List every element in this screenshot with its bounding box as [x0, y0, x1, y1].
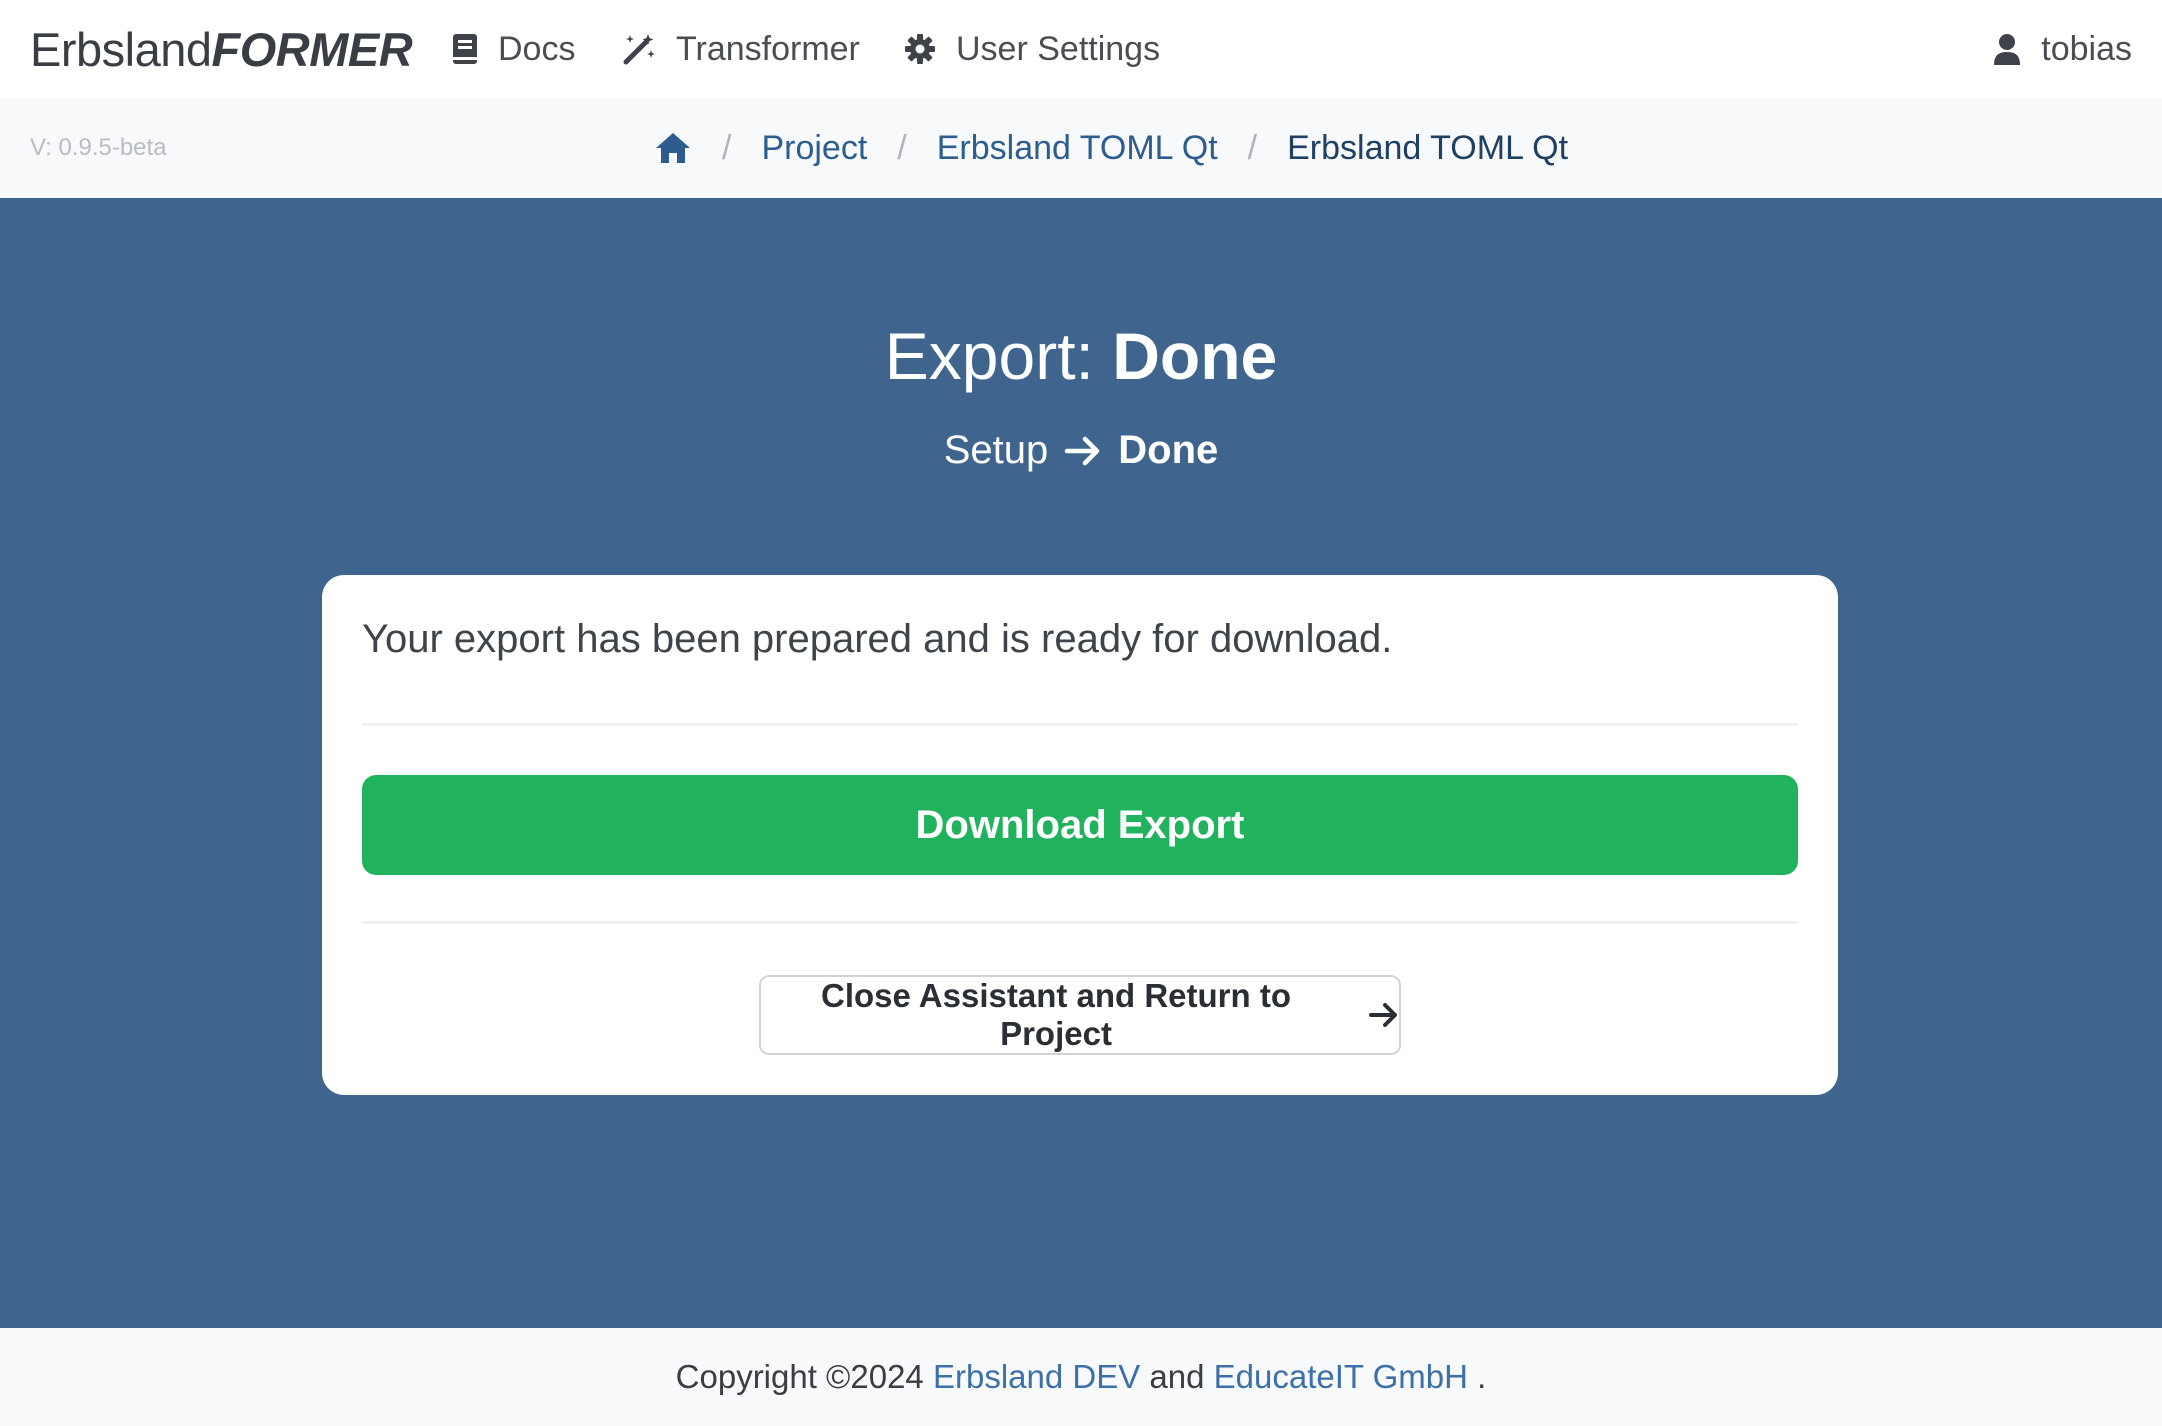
brand-strong: FORMER — [211, 22, 413, 76]
nav-user-settings[interactable]: User Settings — [904, 0, 1160, 98]
nav-user-menu[interactable]: tobias — [1993, 0, 2132, 98]
download-export-button[interactable]: Download Export — [362, 775, 1798, 875]
arrow-right-icon — [1369, 1002, 1399, 1028]
footer-and: and — [1149, 1358, 1205, 1395]
nav-docs-label: Docs — [498, 29, 576, 68]
step-setup: Setup — [943, 428, 1049, 472]
breadcrumb-bar: V: 0.9.5-beta / Project / Erbsland TOML … — [0, 98, 2162, 198]
title-status: Done — [1112, 319, 1278, 393]
page-title: Export: Done — [0, 318, 2162, 394]
nav-settings-label: User Settings — [956, 29, 1161, 68]
book-icon — [452, 33, 478, 65]
export-card: Your export has been prepared and is rea… — [322, 575, 1838, 1095]
divider — [362, 723, 1798, 726]
brand-logo[interactable]: Erbsland FORMER — [30, 0, 413, 98]
footer-period: . — [1477, 1358, 1487, 1395]
breadcrumb: / Project / Erbsland TOML Qt / Erbsland … — [654, 98, 1568, 198]
magic-wand-icon — [622, 32, 656, 66]
title-prefix: Export: — [884, 319, 1094, 393]
close-assistant-button[interactable]: Close Assistant and Return to Project — [759, 975, 1401, 1055]
breadcrumb-separator: / — [897, 128, 907, 167]
nav-transformer-label: Transformer — [676, 29, 860, 68]
breadcrumb-separator: / — [1247, 128, 1258, 167]
version-label: V: 0.9.5-beta — [30, 134, 167, 161]
footer-link-educateit[interactable]: EducateIT GmbH — [1214, 1358, 1468, 1396]
close-assistant-label: Close Assistant and Return to Project — [820, 977, 1291, 1052]
nav-docs[interactable]: Docs — [452, 0, 575, 98]
arrow-right-icon — [1064, 435, 1102, 467]
breadcrumb-current: Erbsland TOML Qt — [1287, 128, 1569, 167]
breadcrumb-separator: / — [722, 128, 732, 167]
top-navbar: Erbsland FORMER Docs Transformer User Set… — [0, 0, 2162, 98]
nav-user-label: tobias — [2041, 29, 2132, 68]
brand-light: Erbsland — [30, 22, 212, 76]
breadcrumb-project[interactable]: Project — [761, 129, 867, 168]
step-done: Done — [1118, 428, 1219, 472]
footer-copyright: Copyright ©2024 — [675, 1358, 924, 1395]
gear-icon — [904, 33, 936, 65]
export-message: Your export has been prepared and is rea… — [362, 617, 1393, 661]
user-icon — [1993, 33, 2021, 65]
home-icon[interactable] — [654, 131, 692, 165]
nav-transformer[interactable]: Transformer — [622, 0, 860, 98]
step-indicator: Setup Done — [0, 428, 2162, 473]
divider — [362, 921, 1798, 924]
footer-link-erbsland[interactable]: Erbsland DEV — [933, 1358, 1140, 1396]
footer: Copyright ©2024 Erbsland DEV and Educate… — [0, 1328, 2162, 1426]
breadcrumb-project-name[interactable]: Erbsland TOML Qt — [937, 129, 1218, 168]
